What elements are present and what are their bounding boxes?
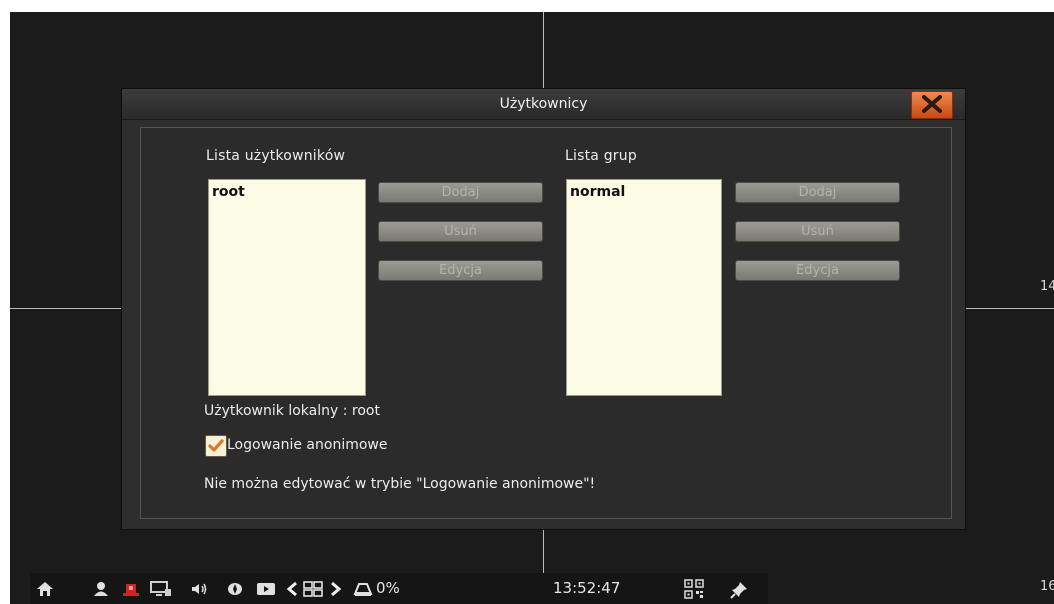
close-x-icon	[922, 95, 942, 113]
users-listbox[interactable]: root	[208, 179, 366, 396]
playback-icon[interactable]	[256, 581, 276, 597]
grid-divider-horizontal	[10, 308, 122, 309]
local-user-text: Użytkownik lokalny : root	[204, 403, 380, 419]
ptz-icon[interactable]	[226, 581, 244, 597]
display-icon[interactable]	[150, 581, 172, 597]
dialog-title: Użytkownicy	[499, 96, 588, 112]
anonymous-login-label[interactable]: Logowanie anonimowe	[227, 437, 387, 453]
close-button[interactable]	[911, 91, 953, 119]
grid-divider-horizontal	[965, 308, 1054, 309]
users-dialog: Użytkownicy Lista użytkowników root Doda…	[122, 89, 965, 529]
grid-divider-vertical	[543, 12, 544, 92]
remove-user-button[interactable]: Usuń	[378, 221, 543, 242]
user-icon[interactable]	[92, 581, 110, 597]
pin-icon[interactable]	[730, 581, 748, 599]
grid-layout-icon[interactable]	[303, 581, 323, 597]
clock-time: 13:52:47	[553, 579, 621, 597]
qr-code-icon[interactable]	[684, 579, 704, 599]
hdd-icon	[353, 583, 373, 596]
anonymous-login-checkbox[interactable]	[205, 435, 227, 457]
checkmark-icon	[208, 439, 224, 452]
groups-list-label: Lista grup	[565, 148, 637, 164]
list-item[interactable]: normal	[567, 180, 721, 204]
warning-text: Nie można edytować w trybie "Logowanie a…	[204, 476, 596, 492]
remove-group-button[interactable]: Usuń	[735, 221, 900, 242]
alarm-icon[interactable]	[122, 581, 140, 597]
next-icon[interactable]	[329, 581, 343, 597]
edit-group-button[interactable]: Edycja	[735, 260, 900, 281]
taskbar: 0% 13:52:47	[30, 573, 768, 604]
speaker-icon[interactable]	[190, 581, 208, 597]
dialog-content: Lista użytkowników root Dodaj Usuń Edycj…	[140, 127, 952, 519]
add-group-button[interactable]: Dodaj	[735, 182, 900, 203]
add-user-button[interactable]: Dodaj	[378, 182, 543, 203]
home-icon[interactable]	[36, 581, 54, 597]
list-item[interactable]: root	[209, 180, 365, 204]
hdd-usage: 0%	[376, 579, 400, 597]
users-list-label: Lista użytkowników	[206, 148, 346, 164]
edit-user-button[interactable]: Edycja	[378, 260, 543, 281]
groups-listbox[interactable]: normal	[566, 179, 722, 396]
dialog-titlebar: Użytkownicy	[122, 89, 965, 120]
channel-label: 16	[1040, 579, 1054, 594]
channel-label: 14	[1040, 279, 1054, 294]
prev-icon[interactable]	[285, 581, 299, 597]
